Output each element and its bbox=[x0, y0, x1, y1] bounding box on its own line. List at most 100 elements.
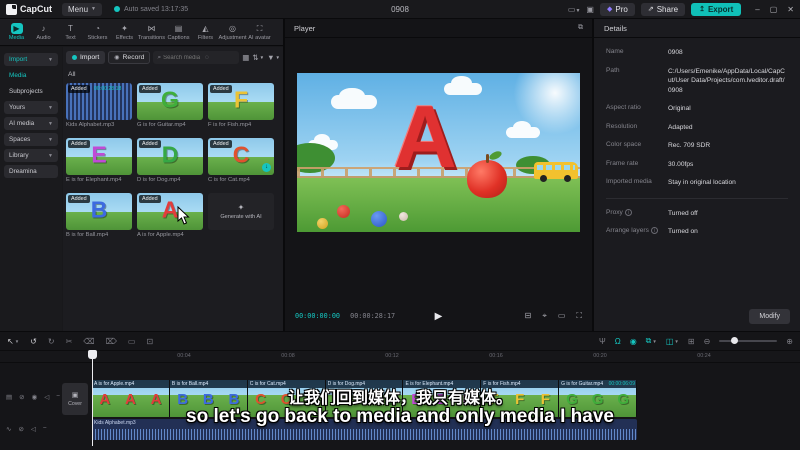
mute-track-icon[interactable]: ◁ bbox=[31, 425, 36, 433]
delete-left-icon[interactable]: ⌫ bbox=[83, 337, 94, 346]
clip-a-apple[interactable]: A is for Apple.mp4 AAA bbox=[92, 380, 170, 417]
info-icon[interactable]: i bbox=[650, 227, 658, 235]
record-button[interactable]: ◉ Record bbox=[108, 51, 151, 64]
play-button[interactable]: ▶ bbox=[435, 311, 443, 322]
close-button[interactable]: ✕ bbox=[787, 5, 794, 14]
waveform-track-icon[interactable]: ∿ bbox=[6, 425, 11, 433]
tab-adjustment[interactable]: ◎ Adjustment bbox=[219, 23, 247, 41]
track-options-icon[interactable]: ▤ bbox=[6, 393, 12, 401]
nav-yours[interactable]: Yours ▼ bbox=[4, 101, 58, 114]
search-input[interactable] bbox=[163, 54, 204, 61]
nav-media[interactable]: Media bbox=[4, 69, 58, 82]
lock-icon[interactable]: ⊘ bbox=[19, 393, 24, 401]
split-icon[interactable]: ✂ bbox=[66, 337, 73, 346]
audio-track-clip[interactable]: Kids Alphabet.mp3 bbox=[92, 419, 637, 440]
tab-audio[interactable]: ♪ Audio bbox=[30, 23, 57, 41]
clip-b-ball[interactable]: B is for Ball.mp4 BBB bbox=[169, 380, 248, 417]
chevron-down-icon: ▼ bbox=[91, 6, 96, 12]
auto-ripple-icon[interactable]: ◉ bbox=[630, 337, 637, 346]
delete-icon[interactable]: ▭ bbox=[128, 337, 136, 346]
timeline-panel: ↖ ▼ ↺ ↻ ✂ ⌫ ⌦ ▭ ⊡ Ψ Ω ◉ ⧉ ▼ ◫ ▼ ⊞ ⊖ ⊕ 00… bbox=[0, 332, 800, 450]
timeline-zoom-slider[interactable] bbox=[719, 337, 778, 344]
clip-d-dog[interactable]: D is for Dog.mp4 DDD bbox=[325, 380, 404, 417]
media-item-e-elephant[interactable]: Added E E is for Elephant.mp4 bbox=[66, 138, 132, 183]
filter-all-label[interactable]: All bbox=[68, 71, 280, 78]
modify-button[interactable]: Modify bbox=[749, 309, 790, 324]
linking-icon[interactable]: ⧉ ▼ bbox=[646, 336, 657, 346]
zoom-slider-knob[interactable] bbox=[731, 337, 739, 344]
preview-axis-icon[interactable]: ⊞ bbox=[688, 337, 695, 346]
tab-effects[interactable]: ✦ Effects bbox=[111, 23, 138, 41]
minimize-button[interactable]: – bbox=[755, 5, 759, 14]
share-button[interactable]: ⇗ Share bbox=[640, 2, 686, 16]
delete-right-icon[interactable]: ⌦ bbox=[106, 337, 117, 346]
sort-icon[interactable]: ⇅ ▼ bbox=[252, 53, 264, 62]
hide-track-icon[interactable]: ◉ bbox=[32, 393, 38, 401]
cover-button[interactable]: ▣ Cover bbox=[62, 383, 88, 415]
player-options-icon[interactable]: ⧉ bbox=[578, 24, 583, 32]
mute-track-icon[interactable]: ◁ bbox=[44, 393, 49, 401]
window-controls: – ▢ ✕ bbox=[755, 5, 794, 14]
video-thumbnail: Added F bbox=[208, 83, 274, 120]
effects-icon: ✦ bbox=[121, 24, 128, 33]
nav-import[interactable]: Import ▼ bbox=[4, 53, 58, 66]
collapse-track-icon[interactable]: − bbox=[56, 393, 60, 401]
lock-icon[interactable]: ⊘ bbox=[18, 425, 23, 433]
preview-quality-icon[interactable]: ⊟ bbox=[525, 311, 532, 321]
media-item-g-guitar[interactable]: Added G G is for Guitar.mp4 bbox=[137, 83, 203, 128]
nav-library[interactable]: Library ▼ bbox=[4, 149, 58, 162]
media-item-kids-alphabet[interactable]: Added 00:00:28:18 Kids Alphabet.mp3 bbox=[66, 83, 132, 128]
clip-e-elephant[interactable]: E is for Elephant.mp4 EEE bbox=[403, 380, 482, 417]
maximize-button[interactable]: ▢ bbox=[770, 5, 778, 14]
pro-button[interactable]: ◆ Pro bbox=[599, 2, 635, 16]
tab-transitions[interactable]: ⋈ Transitions bbox=[138, 23, 165, 41]
tab-stickers[interactable]: ◔ Stickers bbox=[84, 23, 111, 41]
tab-media[interactable]: ▶ Media bbox=[3, 23, 30, 41]
media-item-f-fish[interactable]: Added F F is for Fish.mp4 bbox=[208, 83, 274, 128]
search-by-image-icon[interactable]: ◌ bbox=[205, 54, 209, 61]
media-item-d-dog[interactable]: Added D D is for Dog.mp4 bbox=[137, 138, 203, 183]
timeline-ruler[interactable]: 00:04 00:08 00:12 00:16 00:20 00:24 bbox=[0, 351, 800, 363]
undo-icon[interactable]: ↺ bbox=[30, 337, 37, 346]
ratio-icon[interactable]: ▭ bbox=[558, 311, 566, 321]
search-box[interactable]: ⌕ ◌ bbox=[153, 51, 240, 64]
snapshot-icon[interactable]: ⌖ bbox=[542, 311, 547, 321]
export-button[interactable]: ↥ Export bbox=[691, 2, 742, 16]
menu-button[interactable]: Menu ▼ bbox=[62, 2, 102, 16]
clip-c-cat[interactable]: C is for Cat.mp4 CCC bbox=[247, 380, 326, 417]
nav-dreamina[interactable]: Dreamina bbox=[4, 165, 58, 178]
crop-icon[interactable]: ⊡ bbox=[146, 337, 153, 346]
tab-filters[interactable]: ◭ Filters bbox=[192, 23, 219, 41]
tab-text[interactable]: T Text bbox=[57, 23, 84, 41]
import-button[interactable]: Import bbox=[66, 51, 106, 64]
detail-row-proxy: Proxy i Turned off bbox=[606, 208, 698, 217]
media-item-a-apple[interactable]: Added A A is for Apple.mp4 bbox=[137, 193, 203, 238]
panel-layout-icon[interactable]: ▣ bbox=[586, 5, 594, 14]
nav-subprojects[interactable]: Subprojects bbox=[4, 85, 58, 98]
layout-toggle-icon[interactable]: ▭▼ bbox=[568, 5, 581, 14]
grid-view-icon[interactable]: ▦ bbox=[242, 53, 249, 62]
nav-spaces[interactable]: Spaces ▼ bbox=[4, 133, 58, 146]
tab-ai-avatar[interactable]: ⛶ AI avatar bbox=[246, 23, 273, 41]
playhead-line bbox=[92, 350, 93, 446]
preview-snap-icon[interactable]: ◫ ▼ bbox=[666, 337, 679, 346]
magnetic-snap-icon[interactable]: Ω bbox=[615, 337, 621, 346]
media-item-b-ball[interactable]: Added B B is for Ball.mp4 bbox=[66, 193, 132, 238]
nav-ai-media[interactable]: AI media ▼ bbox=[4, 117, 58, 130]
filter-icon[interactable]: ▼ ▼ bbox=[267, 53, 280, 62]
zoom-in-icon[interactable]: ⊕ bbox=[786, 337, 793, 346]
select-tool-icon[interactable]: ↖ ▼ bbox=[7, 337, 19, 346]
playhead-handle[interactable] bbox=[88, 350, 97, 359]
clip-f-fish[interactable]: F is for Fish.mp4 FFF bbox=[481, 380, 560, 417]
zoom-out-icon[interactable]: ⊖ bbox=[704, 337, 711, 346]
generate-with-ai-tile[interactable]: ✦ Generate with AI bbox=[208, 193, 274, 238]
ai-sparkle-icon: ✦ bbox=[237, 203, 245, 212]
video-preview[interactable]: A bbox=[297, 73, 580, 232]
fullscreen-icon[interactable]: ⛶ bbox=[576, 311, 582, 321]
collapse-track-icon[interactable]: − bbox=[43, 425, 47, 433]
tab-captions[interactable]: ▤ Captions bbox=[165, 23, 192, 41]
voiceover-mic-icon[interactable]: Ψ bbox=[599, 337, 606, 346]
redo-icon[interactable]: ↻ bbox=[48, 337, 55, 346]
info-icon[interactable]: i bbox=[624, 208, 632, 216]
media-item-c-cat[interactable]: Added C ↓ C is for Cat.mp4 bbox=[208, 138, 274, 183]
